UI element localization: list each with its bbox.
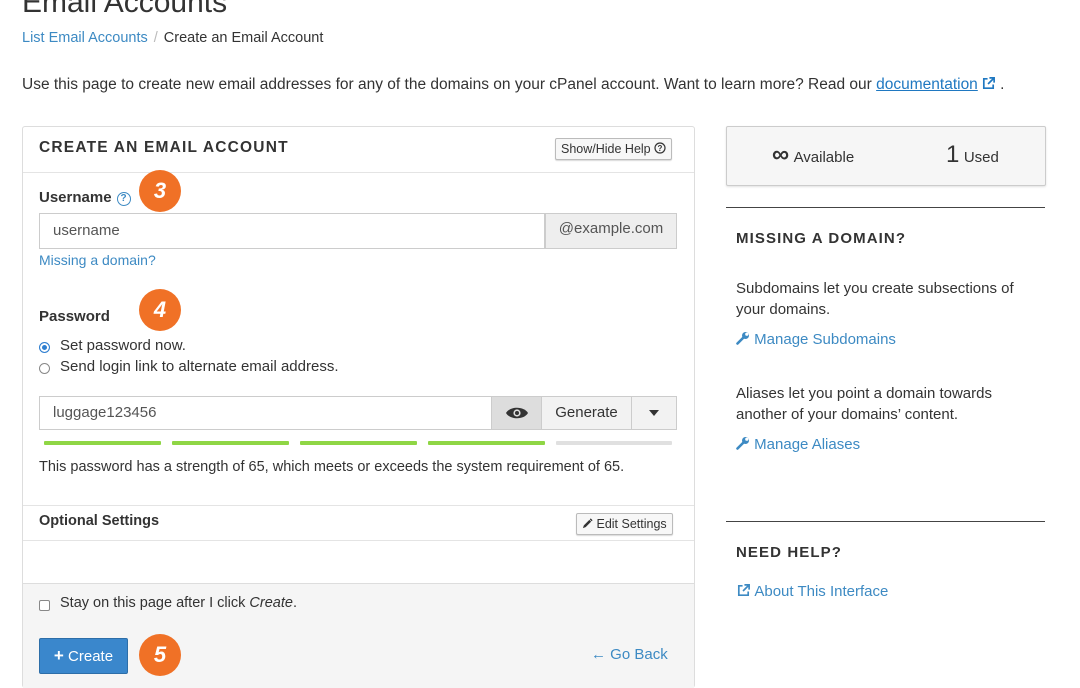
strength-segment [44, 441, 161, 445]
show-hide-help-button[interactable]: Show/Hide Help ? [555, 138, 673, 160]
account-usage-card: ∞ Available 1 Used [726, 126, 1046, 186]
intro-sentence: Use this page to create new email addres… [22, 76, 872, 93]
used-label: Used [963, 149, 999, 166]
breadcrumb-current: Create an Email Account [163, 30, 324, 46]
aliases-description: Aliases let you point a domain towards a… [736, 385, 992, 423]
password-input[interactable]: luggage123456 [39, 396, 492, 430]
manage-subdomains-link[interactable]: Manage Subdomains [736, 331, 896, 348]
show-password-button[interactable] [491, 396, 542, 430]
intro-period: . [1000, 76, 1005, 93]
manage-aliases-link[interactable]: Manage Aliases [736, 436, 860, 453]
plus-icon: + [53, 646, 64, 665]
divider [23, 540, 694, 541]
available-count: ∞ Available [772, 141, 854, 169]
edit-settings-button[interactable]: Edit Settings [576, 513, 673, 535]
generate-password-button[interactable]: Generate [541, 396, 632, 430]
step-badge-5: 5 [139, 634, 181, 676]
used-number: 1 [946, 141, 960, 168]
manage-subdomains-label: Manage Subdomains [754, 331, 896, 348]
domain-suffix: @example.com [545, 213, 677, 249]
password-strength-text: This password has a strength of 65, whic… [39, 459, 625, 475]
show-hide-help-label: Show/Hide Help [561, 142, 651, 156]
username-label: Username? [39, 189, 131, 206]
infinity-icon: ∞ [772, 141, 790, 168]
external-link-icon [982, 77, 995, 90]
documentation-link-label: documentation [876, 76, 978, 93]
stay-on-page-checkbox[interactable] [39, 600, 50, 611]
password-label: Password [39, 308, 110, 325]
need-help-heading: NEED HELP? [736, 544, 843, 561]
card-title: CREATE AN EMAIL ACCOUNT [39, 139, 289, 156]
question-circle-icon: ? [654, 142, 666, 154]
radio-send-login-link-label: Send login link to alternate email addre… [60, 358, 339, 375]
strength-segment [428, 441, 545, 445]
radio-send-login-link[interactable] [39, 363, 50, 374]
stay-on-page-text: Stay on this page after I click [60, 595, 250, 611]
stay-on-page-period: . [292, 595, 297, 611]
arrow-left-icon: ← [591, 646, 606, 663]
documentation-link[interactable]: documentation [876, 76, 996, 93]
wrench-icon [736, 332, 749, 345]
about-interface-link[interactable]: About This Interface [736, 583, 888, 600]
divider [726, 207, 1045, 208]
caret-down-icon [649, 410, 659, 416]
username-input[interactable]: username [39, 213, 545, 249]
stay-on-page-em: Create [249, 595, 293, 611]
card-header: CREATE AN EMAIL ACCOUNT Show/Hide Help ? [23, 127, 694, 173]
divider [23, 505, 694, 506]
about-interface-label: About This Interface [754, 583, 889, 600]
missing-domain-link[interactable]: Missing a domain? [39, 252, 156, 268]
used-count: 1 Used [946, 141, 999, 169]
breadcrumb: List Email Accounts / Create an Email Acco… [22, 30, 323, 46]
missing-domain-heading: MISSING A DOMAIN? [736, 230, 907, 247]
create-email-card: CREATE AN EMAIL ACCOUNT Show/Hide Help ?… [22, 126, 695, 688]
go-back-link[interactable]: ← Go Back [591, 646, 668, 663]
create-button-label: Create [68, 648, 114, 665]
breadcrumb-list-email-accounts[interactable]: List Email Accounts [22, 30, 148, 46]
go-back-label: Go Back [610, 646, 668, 663]
breadcrumb-separator: / [153, 30, 158, 46]
divider [726, 521, 1045, 522]
step-badge-4: 4 [139, 289, 181, 331]
eye-icon [505, 407, 528, 419]
strength-segment [172, 441, 289, 445]
intro-text: Use this page to create new email addres… [22, 76, 1004, 94]
wrench-icon [736, 437, 749, 450]
generate-options-dropdown[interactable] [631, 396, 677, 430]
create-button[interactable]: + Create [39, 638, 128, 674]
radio-set-password-now-label: Set password now. [60, 337, 186, 354]
stay-on-page-label: Stay on this page after I click Create. [60, 595, 297, 611]
edit-settings-label: Edit Settings [596, 517, 667, 531]
external-link-icon [737, 584, 750, 597]
step-badge-3: 3 [139, 170, 181, 212]
subdomains-description: Subdomains let you create subsections of… [736, 280, 1014, 318]
strength-segment [300, 441, 417, 445]
manage-aliases-label: Manage Aliases [754, 436, 861, 453]
radio-set-password-now[interactable] [39, 342, 50, 353]
page-title: Email Accounts [22, 0, 228, 19]
pencil-icon [582, 518, 593, 529]
username-label-text: Username [39, 189, 112, 206]
svg-text:?: ? [658, 144, 663, 153]
optional-settings-label: Optional Settings [39, 513, 160, 529]
strength-segment-empty [556, 441, 672, 445]
available-label: Available [793, 149, 855, 166]
username-help-icon[interactable]: ? [116, 192, 131, 206]
